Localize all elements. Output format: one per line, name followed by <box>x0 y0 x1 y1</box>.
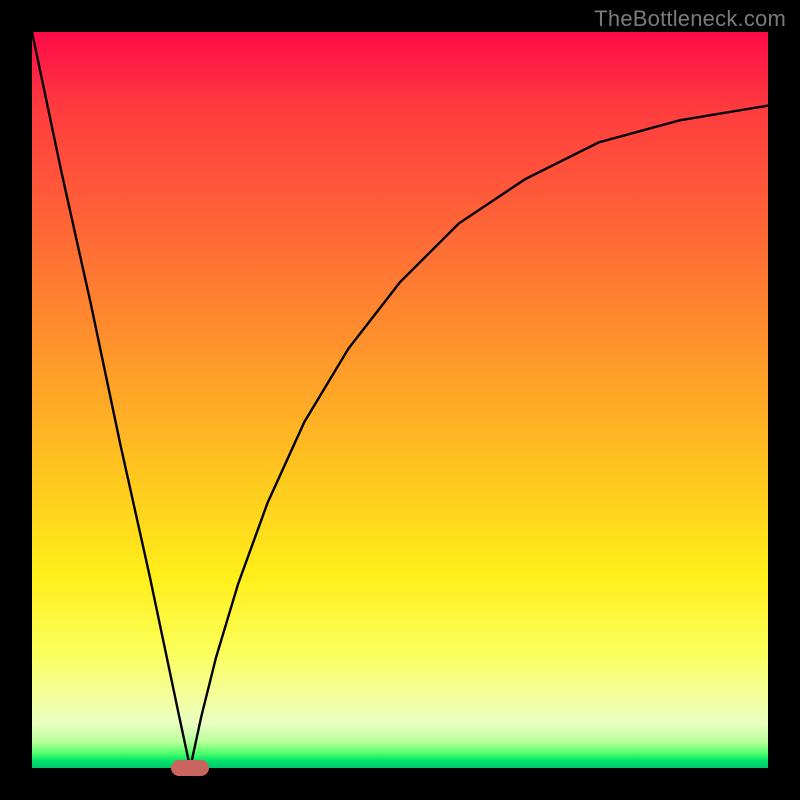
curve-minimum-marker <box>171 760 209 776</box>
watermark-text: TheBottleneck.com <box>594 6 786 32</box>
chart-frame: TheBottleneck.com <box>0 0 800 800</box>
curve-right-arc <box>190 106 768 768</box>
bottleneck-curve <box>32 32 768 768</box>
curve-left-slope <box>32 32 190 768</box>
plot-area <box>32 32 768 768</box>
